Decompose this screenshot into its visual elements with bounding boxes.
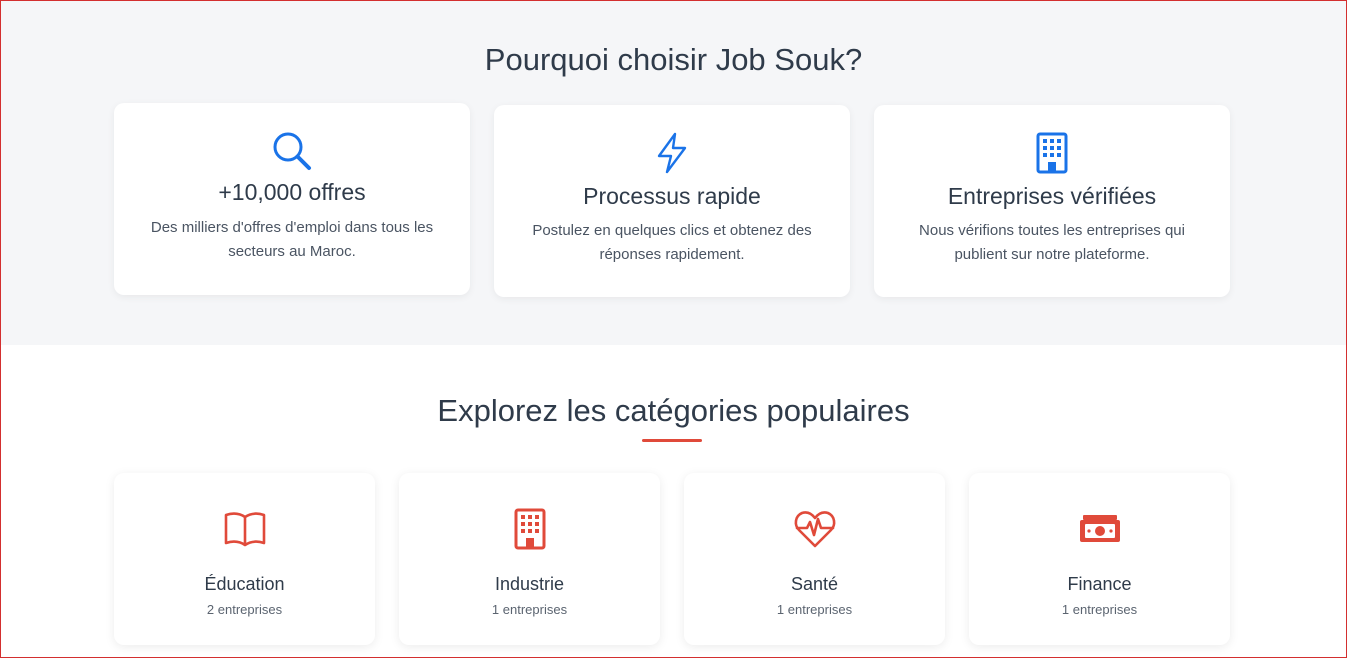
title-underline <box>642 439 702 442</box>
category-count: 1 entreprises <box>776 602 853 617</box>
money-icon <box>969 507 1230 551</box>
feature-description: Postulez en quelques clics et obtenez de… <box>532 222 812 263</box>
search-icon <box>114 129 470 173</box>
category-card-education[interactable]: Éducation 2 entreprises <box>114 473 375 645</box>
feature-description: Des milliers d'offres d'emploi dans tous… <box>150 219 434 260</box>
category-card-sante[interactable]: Santé 1 entreprises <box>684 473 945 645</box>
building-icon <box>399 507 660 551</box>
feature-description: Nous vérifions toutes les entreprises qu… <box>919 222 1185 263</box>
why-section-title: Pourquoi choisir Job Souk? <box>484 42 863 77</box>
feature-title: +10,000 offres <box>218 179 366 205</box>
category-name: Santé <box>790 574 839 594</box>
building-icon <box>874 131 1230 175</box>
feature-title: Entreprises vérifiées <box>947 183 1157 209</box>
categories-section-title: Explorez les catégories populaires <box>437 393 910 428</box>
category-card-finance[interactable]: Finance 1 entreprises <box>969 473 1230 645</box>
heart-pulse-icon <box>684 507 945 551</box>
category-card-industrie[interactable]: Industrie 1 entreprises <box>399 473 660 645</box>
category-count: 2 entreprises <box>206 602 283 617</box>
feature-title: Processus rapide <box>583 183 761 209</box>
category-count: 1 entreprises <box>491 602 568 617</box>
category-count: 1 entreprises <box>1061 602 1138 617</box>
feature-card-verified: Entreprises vérifiées Nous vérifions tou… <box>874 105 1230 297</box>
why-section: Pourquoi choisir Job Souk? +10,000 offre… <box>0 0 1347 345</box>
lightning-icon <box>494 131 850 175</box>
category-name: Industrie <box>494 574 565 594</box>
feature-card-speed: Processus rapide Postulez en quelques cl… <box>494 105 850 297</box>
category-name: Éducation <box>204 574 285 594</box>
book-icon <box>114 507 375 551</box>
feature-card-offers: +10,000 offres Des milliers d'offres d'e… <box>114 103 470 295</box>
category-name: Finance <box>1067 574 1132 594</box>
